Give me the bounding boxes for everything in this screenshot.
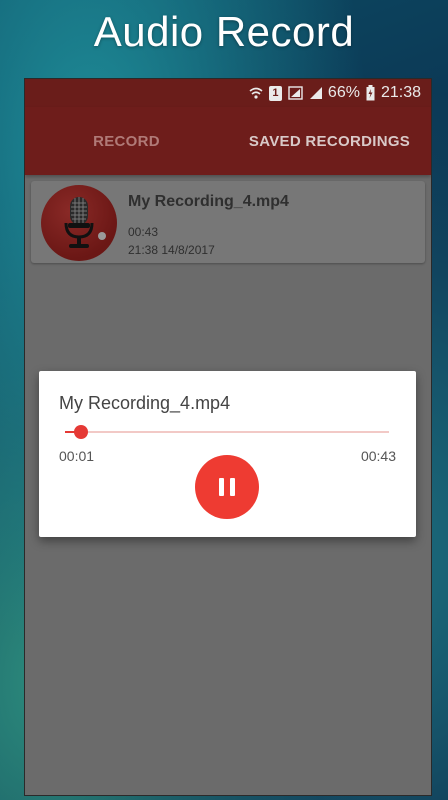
wifi-icon bbox=[249, 86, 263, 100]
microphone-icon bbox=[64, 197, 106, 248]
recording-name: My Recording_4.mp4 bbox=[128, 193, 289, 210]
sim-icon: 1 bbox=[268, 85, 282, 101]
promo-title: Audio Record bbox=[93, 8, 355, 55]
battery-percent: 66% bbox=[327, 84, 360, 101]
sim-badge: 1 bbox=[272, 86, 279, 99]
seek-thumb[interactable] bbox=[74, 425, 89, 439]
tab-saved-recordings[interactable]: SAVED RECORDINGS bbox=[228, 133, 431, 150]
battery-charging-icon bbox=[366, 85, 375, 101]
status-bar: 1 66% 21:38 bbox=[25, 79, 431, 107]
clock: 21:38 bbox=[380, 84, 421, 101]
current-time: 00:01 bbox=[59, 448, 95, 464]
recordings-list: My Recording_4.mp4 00:43 21:38 14/8/2017 bbox=[25, 175, 431, 269]
recording-card[interactable]: My Recording_4.mp4 00:43 21:38 14/8/2017 bbox=[31, 181, 425, 263]
recording-info: My Recording_4.mp4 00:43 21:38 14/8/2017 bbox=[128, 193, 289, 257]
recording-date: 21:38 14/8/2017 bbox=[128, 243, 215, 257]
phone-screen: 1 66% 21:38 RECORD SAVED RECORDINGS My R… bbox=[24, 78, 432, 796]
pause-button[interactable] bbox=[195, 455, 259, 519]
recording-duration: 00:43 bbox=[128, 225, 159, 239]
playback-dialog: My Recording_4.mp4 00:01 00:43 bbox=[39, 371, 416, 537]
signal-icon bbox=[288, 86, 303, 100]
pause-icon bbox=[216, 478, 238, 496]
tab-bar: RECORD SAVED RECORDINGS bbox=[25, 107, 431, 175]
dialog-title: My Recording_4.mp4 bbox=[59, 393, 231, 413]
tab-record[interactable]: RECORD bbox=[25, 133, 228, 150]
seek-bar[interactable] bbox=[65, 425, 389, 439]
recording-thumbnail bbox=[41, 185, 117, 261]
total-time: 00:43 bbox=[360, 448, 396, 464]
signal-icon bbox=[308, 86, 322, 100]
